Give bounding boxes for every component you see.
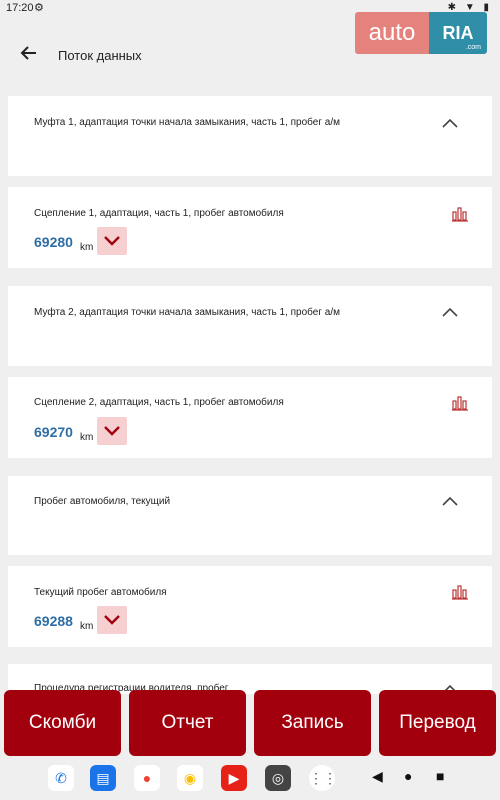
assistant-app-icon[interactable]: ● [134, 765, 160, 791]
chevron-up-icon[interactable] [442, 307, 458, 317]
item-value: 69280 [34, 234, 73, 250]
chevron-up-icon[interactable] [442, 496, 458, 506]
item-unit: km [80, 621, 94, 632]
item-label: Текущий пробег автомобиля [34, 587, 167, 598]
app-drawer-icon[interactable]: ⋮⋮ [309, 765, 337, 791]
page-title: Поток данных [58, 48, 142, 63]
expand-button[interactable] [97, 227, 127, 255]
chart-icon[interactable] [452, 395, 468, 411]
group-label: Муфта 1, адаптация точки начала замыкани… [34, 117, 341, 128]
item-unit: km [80, 432, 94, 443]
chevron-down-icon [104, 236, 120, 246]
item-label: Сцепление 1, адаптация, часть 1, пробег … [34, 208, 284, 219]
data-group-header[interactable]: Муфта 2, адаптация точки начала замыкани… [8, 286, 492, 366]
item-unit: km [80, 242, 94, 253]
item-value: 69270 [34, 424, 73, 440]
home-nav-icon[interactable]: ● [404, 768, 412, 784]
group-label: Пробег автомобиля, текущий [34, 496, 171, 507]
chart-icon[interactable] [452, 206, 468, 222]
item-value: 69288 [34, 613, 73, 629]
expand-button[interactable] [97, 417, 127, 445]
settings-status-icon: ⚙ [34, 2, 44, 14]
chevron-down-icon [104, 615, 120, 625]
chrome-app-icon[interactable]: ◉ [177, 765, 203, 791]
data-item: Сцепление 2, адаптация, часть 1, пробег … [8, 377, 492, 458]
logo-ria-text: RIA .com [429, 12, 487, 54]
system-nav-bar: ✆ ▤ ● ◉ ▶ ◎ ⋮⋮ ◀ ● ■ [0, 756, 500, 800]
autoria-logo: auto RIA .com [355, 12, 487, 54]
status-time: 17:20 [6, 2, 34, 14]
logo-auto-text: auto [355, 12, 429, 54]
back-nav-icon[interactable]: ◀ [372, 768, 383, 785]
group-label: Муфта 2, адаптация точки начала замыкани… [34, 307, 341, 318]
data-group-header[interactable]: Муфта 1, адаптация точки начала замыкани… [8, 96, 492, 176]
camera-app-icon[interactable]: ◎ [265, 765, 291, 791]
record-button[interactable]: Запись [254, 690, 371, 756]
messages-app-icon[interactable]: ▤ [90, 765, 116, 791]
phone-app-icon[interactable]: ✆ [48, 765, 74, 791]
chevron-down-icon [104, 426, 120, 436]
bottom-action-bar: Скомби Отчет Запись Перевод [0, 690, 500, 756]
data-group-header[interactable]: Пробег автомобиля, текущий [8, 476, 492, 555]
chart-icon[interactable] [452, 584, 468, 600]
logo-suffix: .com [465, 44, 481, 51]
data-item: Сцепление 1, адаптация, часть 1, пробег … [8, 187, 492, 268]
back-arrow-icon[interactable] [20, 44, 44, 68]
translate-button[interactable]: Перевод [379, 690, 496, 756]
chevron-up-icon[interactable] [442, 118, 458, 128]
expand-button[interactable] [97, 606, 127, 634]
youtube-app-icon[interactable]: ▶ [221, 765, 247, 791]
recents-nav-icon[interactable]: ■ [436, 768, 444, 784]
report-button[interactable]: Отчет [129, 690, 246, 756]
scombi-button[interactable]: Скомби [4, 690, 121, 756]
item-label: Сцепление 2, адаптация, часть 1, пробег … [34, 397, 284, 408]
logo-ria-label: RIA [442, 23, 474, 43]
data-item: Текущий пробег автомобиля 69288 km [8, 566, 492, 647]
